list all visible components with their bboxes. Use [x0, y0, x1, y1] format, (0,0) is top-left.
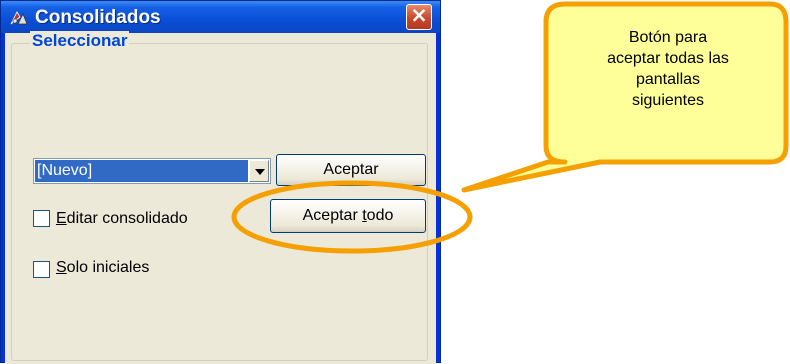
callout-text: Botón para aceptar todas las pantallas s… — [560, 27, 776, 111]
callout-line: Botón para — [628, 29, 708, 46]
callout-line: siguientes — [631, 92, 705, 109]
callout-line: aceptar todas las — [607, 50, 729, 67]
highlight-ellipse — [231, 180, 473, 254]
callout-line: pantallas — [635, 71, 701, 88]
